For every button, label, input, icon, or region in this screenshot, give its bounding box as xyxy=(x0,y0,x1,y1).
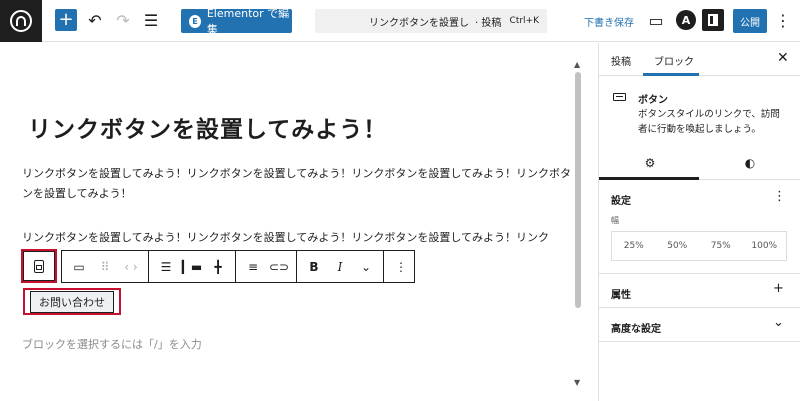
scroll-up-icon[interactable]: ▲ xyxy=(574,60,580,69)
list-view-icon[interactable]: ☰ xyxy=(140,9,162,31)
redo-icon[interactable]: ↷ xyxy=(112,9,134,31)
elementor-edit-label: Elementor で編集 xyxy=(206,7,290,36)
undo-icon[interactable]: ↶ xyxy=(84,9,106,31)
italic-icon[interactable]: I xyxy=(327,254,353,280)
chevron-down-icon[interactable]: ⌄ xyxy=(773,315,784,330)
advanced-panel[interactable]: 高度な設定 ⌄ xyxy=(599,308,800,342)
settings-options-icon[interactable]: ⋮ xyxy=(773,189,786,204)
gear-icon[interactable]: ⚙ xyxy=(643,156,657,170)
toolbar-group-justify: ☰ ▎▬ ╋ xyxy=(149,251,236,282)
justify-left-icon[interactable]: ▎▬ xyxy=(179,254,205,280)
justify-full-icon[interactable]: ☰ xyxy=(153,254,179,280)
paragraph-2[interactable]: リンクボタンを設置してみよう！リンクボタンを設置してみよう！リンクボタンを設置し… xyxy=(22,228,574,248)
block-card-description: ボタンスタイルのリンクで、訪問者に行動を喚起しましょう。 xyxy=(638,109,780,135)
elementor-edit-button[interactable]: E Elementor で編集 xyxy=(181,7,292,36)
button-block-icon[interactable]: ▭ xyxy=(66,254,92,280)
width-option-50[interactable]: 50% xyxy=(656,232,700,260)
paragraph-1[interactable]: リンクボタンを設置してみよう！リンクボタンを設置してみよう！リンクボタンを設置し… xyxy=(22,164,574,204)
active-tab-indicator xyxy=(643,73,699,76)
editor-root: + ↶ ↷ ☰ E Elementor で編集 リンクボタンを設置し… · 投稿… xyxy=(0,0,800,401)
width-selector: 25% 50% 75% 100% xyxy=(611,231,787,261)
tab-post[interactable]: 投稿 xyxy=(611,53,631,68)
styles-icon[interactable]: ◐ xyxy=(743,156,757,170)
tab-block[interactable]: ブロック xyxy=(654,53,694,68)
attributes-panel[interactable]: 属性 + xyxy=(599,274,800,308)
save-draft-button[interactable]: 下書き保存 xyxy=(584,14,634,29)
style-tabs: ⚙ ◐ xyxy=(599,146,800,180)
site-logo-icon[interactable] xyxy=(0,0,42,42)
document-bar[interactable]: リンクボタンを設置し… · 投稿 Ctrl+K xyxy=(315,9,547,33)
top-toolbar: + ↶ ↷ ☰ E Elementor で編集 リンクボタンを設置し… · 投稿… xyxy=(0,0,800,42)
advanced-title[interactable]: 高度な設定 xyxy=(611,320,661,335)
link-icon[interactable]: ⊂⊃ xyxy=(266,254,292,280)
publish-button[interactable]: 公開 xyxy=(733,9,767,33)
drag-handle-icon[interactable]: ⠿ xyxy=(92,254,118,280)
canvas-scrollbar[interactable]: ▲ ▼ xyxy=(573,60,583,390)
block-type-button-icon[interactable] xyxy=(21,249,57,283)
width-option-75[interactable]: 75% xyxy=(699,232,743,260)
justify-center-icon[interactable]: ╋ xyxy=(205,254,231,280)
toolbar-group-block: ▭ ⠿ ‹ › xyxy=(62,251,149,282)
block-toolbar: ▭ ⠿ ‹ › ☰ ▎▬ ╋ ≡ ⊂⊃ B I ⌄ ⋮ xyxy=(61,250,415,283)
block-placeholder[interactable]: ブロックを選択するには「/」を入力 xyxy=(22,336,202,352)
elementor-icon: E xyxy=(189,14,201,28)
attributes-title[interactable]: 属性 xyxy=(611,286,631,301)
move-arrows-icon[interactable]: ‹ › xyxy=(118,254,144,280)
doc-type: · 投稿 xyxy=(475,17,502,29)
shortcut-hint: Ctrl+K xyxy=(509,16,539,26)
more-options-icon[interactable]: ⋮ xyxy=(772,9,794,31)
block-card-title: ボタン xyxy=(638,95,668,106)
close-icon[interactable]: ✕ xyxy=(777,50,789,66)
settings-title[interactable]: 設定 xyxy=(611,192,631,207)
toolbar-group-align: ≡ ⊂⊃ xyxy=(236,251,297,282)
align-text-icon[interactable]: ≡ xyxy=(240,254,266,280)
scroll-thumb[interactable] xyxy=(575,72,581,308)
settings-sidebar: 投稿 ブロック ✕ ボタン ボタンスタイルのリンクで、訪問者に行動を喚起しましょ… xyxy=(599,43,800,401)
width-option-25[interactable]: 25% xyxy=(612,232,656,260)
width-label: 幅 xyxy=(611,216,619,225)
contact-button-text[interactable]: お問い合わせ xyxy=(30,290,114,313)
more-formats-icon[interactable]: ⌄ xyxy=(353,254,379,280)
toolbar-group-format: B I ⌄ xyxy=(297,251,384,282)
bold-icon[interactable]: B xyxy=(301,254,327,280)
settings-sidebar-icon[interactable] xyxy=(702,9,724,31)
scroll-down-icon[interactable]: ▼ xyxy=(574,378,580,387)
sidebar-tabs: 投稿 ブロック ✕ xyxy=(599,43,800,76)
doc-title: リンクボタンを設置し… xyxy=(369,17,469,29)
plus-icon[interactable]: + xyxy=(773,281,784,296)
width-option-100[interactable]: 100% xyxy=(743,232,787,260)
preview-icon[interactable]: ▭ xyxy=(645,9,667,31)
contact-button-block[interactable]: お問い合わせ xyxy=(23,288,121,315)
astra-icon[interactable]: A xyxy=(676,10,696,30)
button-block-icon xyxy=(613,93,626,101)
toolbar-group-options: ⋮ xyxy=(384,251,418,282)
block-options-icon[interactable]: ⋮ xyxy=(388,254,414,280)
add-block-button[interactable]: + xyxy=(55,9,77,31)
post-title[interactable]: リンクボタンを設置してみよう！ xyxy=(28,110,387,144)
